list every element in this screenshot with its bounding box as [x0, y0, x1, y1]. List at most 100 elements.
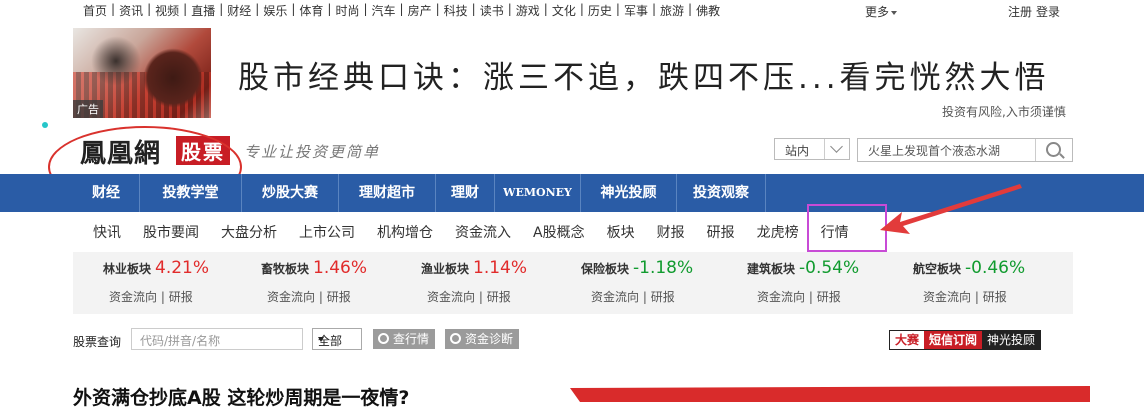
top-nav-link[interactable]: 军事: [621, 2, 651, 19]
divider: |: [478, 290, 483, 304]
top-nav-link[interactable]: 财经: [224, 2, 254, 19]
sub-nav-item[interactable]: 财报: [657, 222, 685, 242]
top-nav-link[interactable]: 文化: [549, 2, 579, 19]
main-nav-item[interactable]: 神光投顾: [581, 174, 677, 212]
quote-button-label: 查行情: [393, 332, 430, 346]
sub-nav-item[interactable]: A股概念: [533, 222, 585, 242]
sub-nav-item[interactable]: 机构增仓: [377, 222, 433, 242]
chevron-down-icon: [824, 139, 849, 159]
tab-sms-subscribe[interactable]: 短信订阅: [924, 331, 983, 349]
sub-nav-item[interactable]: 研报: [707, 222, 735, 242]
divider: |: [974, 290, 979, 304]
sector-item[interactable]: 畜牧板块 1.46% 资金流向 | 研报: [261, 258, 367, 304]
main-nav-item[interactable]: 投教学堂: [140, 174, 242, 212]
auth-links: 注册 登录: [1008, 3, 1064, 20]
top-nav-link[interactable]: 历史: [585, 2, 615, 19]
main-nav-item[interactable]: 投资观察: [677, 174, 766, 212]
slogan: 专业让投资更简单: [244, 143, 381, 161]
sector-item[interactable]: 建筑板块 -0.54% 资金流向 | 研报: [747, 258, 860, 304]
top-nav-link[interactable]: 首页: [80, 2, 110, 19]
top-nav-link[interactable]: 科技: [441, 2, 471, 19]
top-headline[interactable]: 外资满仓抄底A股 这轮炒周期是一夜情?: [73, 383, 409, 410]
search-button[interactable]: [1035, 139, 1072, 161]
sector-item[interactable]: 航空板块 -0.46% 资金流向 | 研报: [913, 258, 1025, 304]
top-nav-link[interactable]: 视频: [152, 2, 182, 19]
sector-change: -0.54%: [799, 258, 860, 278]
report-link[interactable]: 研报: [651, 290, 675, 304]
tab-shenguang[interactable]: 神光投顾: [982, 331, 1041, 349]
sub-nav-item[interactable]: 资金流入: [455, 222, 511, 242]
fund-flow-link[interactable]: 资金流向: [591, 290, 639, 304]
sector-item[interactable]: 保险板块 -1.18% 资金流向 | 研报: [581, 258, 694, 304]
fund-diagnosis-button[interactable]: 资金诊断: [445, 329, 520, 349]
sector-item[interactable]: 渔业板块 1.14% 资金流向 | 研报: [421, 258, 527, 304]
sub-nav-item[interactable]: 快讯: [93, 222, 121, 242]
top-nav-link[interactable]: 房产: [405, 2, 435, 19]
sector-links: 资金流向 | 研报: [427, 288, 511, 305]
search-scope-value: 站内: [785, 144, 810, 158]
top-nav-link[interactable]: 体育: [296, 2, 326, 19]
main-nav-item[interactable]: 炒股大赛: [242, 174, 339, 212]
more-menu[interactable]: 更多: [865, 3, 898, 20]
top-nav-link[interactable]: 资讯: [116, 2, 146, 19]
top-nav: 首页 | 资讯 | 视频 | 直播 | 财经 | 娱乐 | 体育 | 时尚 | 汽车 | 房产 | …: [0, 0, 1144, 22]
report-link[interactable]: 研报: [983, 290, 1007, 304]
report-link[interactable]: 研报: [487, 290, 511, 304]
quote-button[interactable]: 查行情: [373, 329, 436, 349]
login-link[interactable]: 登录: [1036, 5, 1060, 19]
report-link[interactable]: 研报: [817, 290, 841, 304]
tab-contest[interactable]: 大赛: [890, 331, 925, 349]
sub-nav-item[interactable]: 龙虎榜: [757, 222, 799, 242]
divider: |: [808, 290, 813, 304]
sub-nav-item[interactable]: 上市公司: [299, 222, 355, 242]
fund-flow-link[interactable]: 资金流向: [923, 290, 971, 304]
risk-note: 投资有风险,入市须谨慎: [942, 105, 1066, 119]
ad-image-figure: [91, 36, 141, 86]
market-select[interactable]: 全部: [312, 328, 362, 350]
search-scope-select[interactable]: 站内: [774, 138, 850, 160]
top-nav-link[interactable]: 直播: [188, 2, 218, 19]
top-nav-link[interactable]: 旅游: [657, 2, 687, 19]
fund-flow-link[interactable]: 资金流向: [109, 290, 157, 304]
sector-name: 建筑板块: [747, 262, 796, 276]
sector-change: 4.21%: [155, 258, 210, 278]
sector-change: -1.18%: [633, 258, 694, 278]
sector-board: 林业板块 4.21% 资金流向 | 研报 畜牧板块 1.46% 资金流向 | 研报 …: [73, 252, 1073, 314]
ad-tag: 广告: [73, 100, 103, 118]
top-nav-link[interactable]: 游戏: [513, 2, 543, 19]
main-nav-item[interactable]: 财经: [73, 174, 140, 212]
main-nav-item[interactable]: 理财: [436, 174, 495, 212]
top-nav-link[interactable]: 佛教: [693, 2, 723, 19]
ad-image[interactable]: 广告: [73, 28, 211, 118]
caret-down-icon: [891, 10, 898, 15]
top-nav-link[interactable]: 汽车: [369, 2, 399, 19]
search-icon: [1046, 142, 1061, 157]
stock-query-placeholder: 代码/拼音/名称: [140, 334, 221, 348]
fund-flow-link[interactable]: 资金流向: [267, 290, 315, 304]
caret-down-icon: [318, 337, 324, 342]
sector-name: 林业板块: [103, 262, 152, 276]
top-nav-link[interactable]: 时尚: [332, 2, 362, 19]
ad-headline[interactable]: 股市经典口诀：涨三不追，跌四不压...看完恍然大悟: [238, 52, 1050, 97]
stock-query-input[interactable]: 代码/拼音/名称: [131, 328, 303, 350]
sub-nav-item[interactable]: 股市要闻: [143, 222, 199, 242]
sector-links: 资金流向 | 研报: [267, 288, 351, 305]
sub-nav-item[interactable]: 大盘分析: [221, 222, 277, 242]
decorative-dot: [42, 122, 48, 128]
ad-image-figure: [143, 48, 203, 108]
red-banner-shape: [570, 386, 1090, 402]
main-nav-item[interactable]: WEMONEY: [495, 174, 581, 212]
stock-query-label: 股票查询: [73, 335, 122, 349]
search-input[interactable]: 火星上发现首个液态水湖: [857, 138, 1073, 162]
top-nav-link[interactable]: 读书: [477, 2, 507, 19]
fund-flow-link[interactable]: 资金流向: [757, 290, 805, 304]
fund-flow-link[interactable]: 资金流向: [427, 290, 475, 304]
main-nav-item[interactable]: 理财超市: [339, 174, 436, 212]
sector-item[interactable]: 林业板块 4.21% 资金流向 | 研报: [103, 258, 210, 304]
sub-nav-item[interactable]: 板块: [607, 222, 635, 242]
report-link[interactable]: 研报: [327, 290, 351, 304]
sector-name: 航空板块: [913, 262, 962, 276]
register-link[interactable]: 注册: [1008, 5, 1032, 19]
report-link[interactable]: 研报: [169, 290, 193, 304]
top-nav-link[interactable]: 娱乐: [260, 2, 290, 19]
